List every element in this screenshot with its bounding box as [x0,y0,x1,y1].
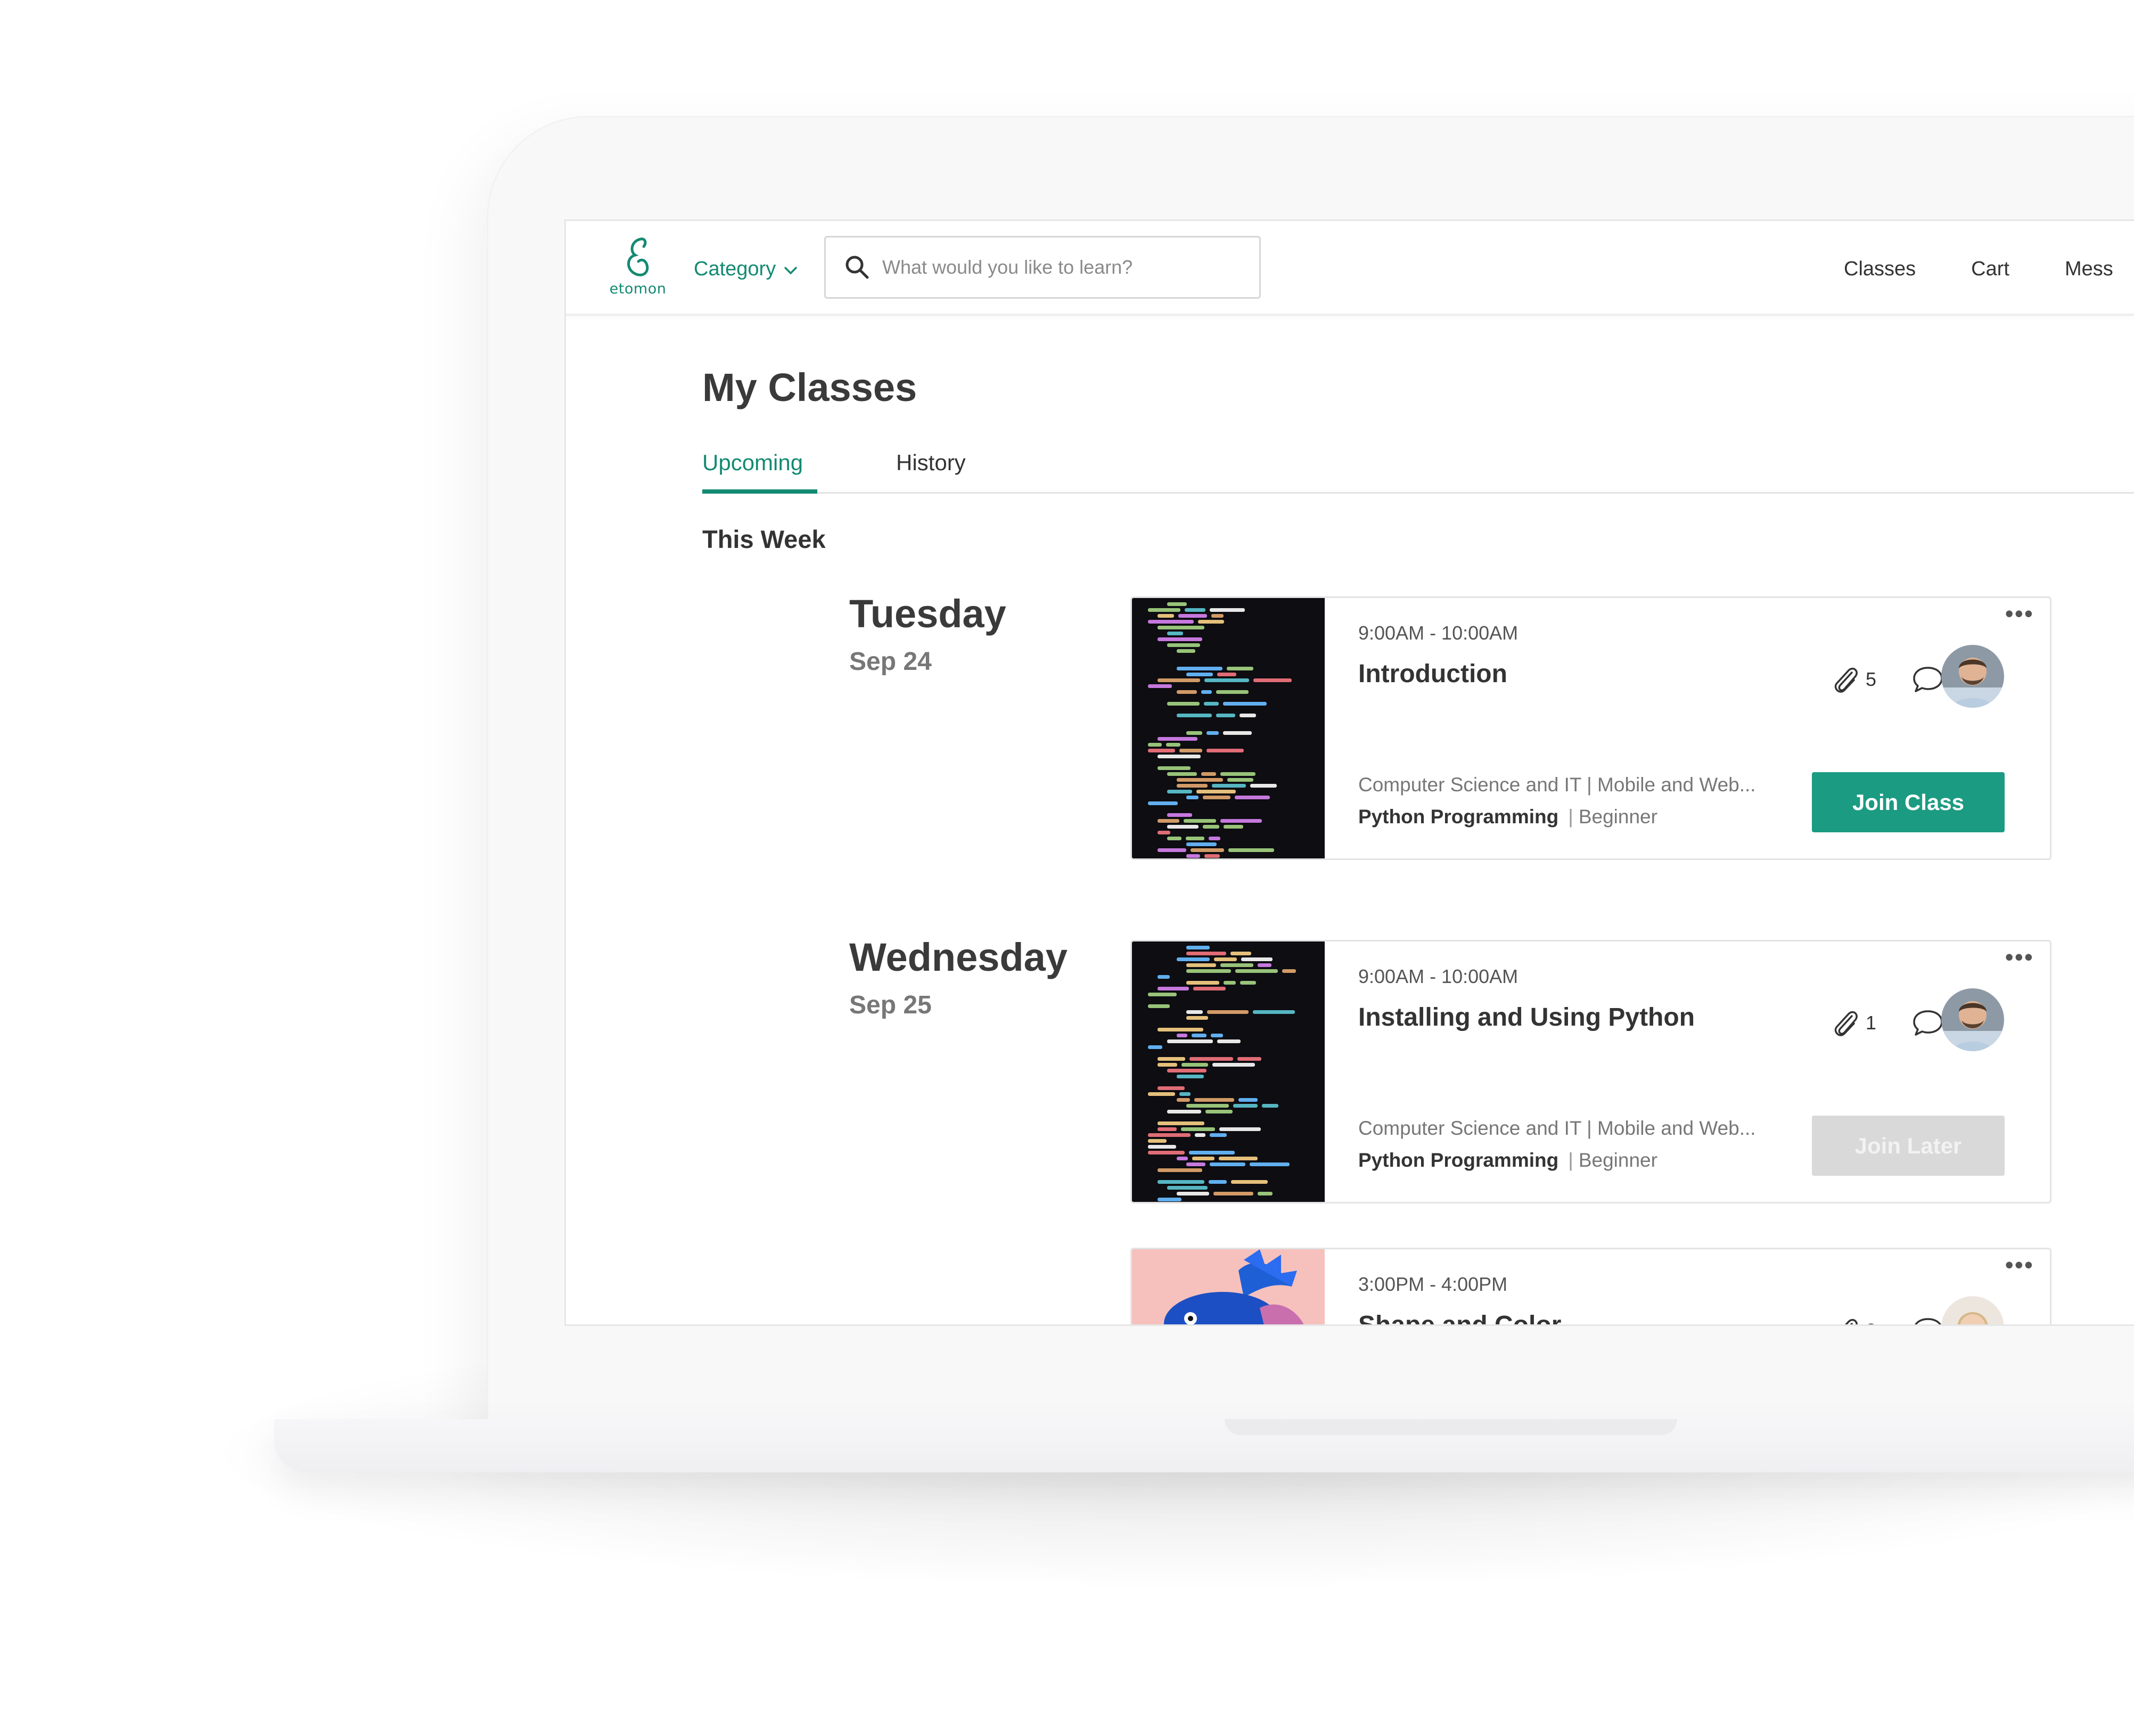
class-title[interactable]: Shape and Color [1358,1311,1561,1324]
class-category: Computer Science and IT | Mobile and Web… [1358,1117,1756,1139]
nav-cart[interactable]: Cart [1971,258,2009,281]
class-time: 3:00PM - 4:00PM [1358,1273,1508,1295]
class-title[interactable]: Installing and Using Python [1358,1003,1695,1032]
page-title: My Classes [702,365,917,410]
class-thumbnail-code [1132,598,1325,858]
laptop-base [274,1419,2134,1472]
tab-history[interactable]: History [896,445,966,494]
chat-icon[interactable] [1911,1316,1944,1326]
class-card[interactable]: 9:00AM - 10:00AM Introduction 5 Computer… [1130,596,2051,860]
more-icon[interactable]: ••• [2005,945,2034,969]
course-level: Beginner [1578,806,1657,828]
class-card[interactable]: 9:00AM - 10:00AM Installing and Using Py… [1130,940,2051,1203]
separator: | [1568,1149,1573,1171]
join-class-button[interactable]: Join Class [1812,772,2005,832]
join-later-button[interactable]: Join Later [1812,1116,2005,1176]
chat-icon[interactable] [1911,1008,1944,1038]
nav-messages[interactable]: Mess [2065,258,2113,281]
paperclip-icon [1834,667,1858,693]
class-course-info: Python Programming | Beginner [1358,806,1657,828]
section-this-week: This Week [702,525,826,553]
class-title[interactable]: Introduction [1358,659,1507,689]
day-date: Sep 25 [849,991,932,1019]
day-name: Tuesday [849,592,1006,636]
paperclip-icon [1845,1319,1858,1324]
class-course-info: Python Programming | Beginner [1358,1149,1657,1172]
class-time: 9:00AM - 10:00AM [1358,622,1519,644]
chevron-down-icon [784,266,798,275]
attachment-count: 1 [1866,1012,1877,1034]
chat-icon[interactable] [1911,665,1944,694]
top-navbar: etomon Category Classes Cart Mess [566,221,2134,316]
app-screen: etomon Category Classes Cart Mess My Cla… [564,219,2134,1326]
more-icon[interactable]: ••• [2005,1252,2034,1277]
nav-classes[interactable]: Classes [1844,258,1916,281]
course-level: Beginner [1578,1149,1657,1171]
avatar[interactable] [1941,1296,2004,1324]
attachment-count: 5 [1866,668,1877,690]
class-time: 9:00AM - 10:00AM [1358,965,1519,987]
logo-text: etomon [609,281,667,297]
class-thumbnail-code [1132,941,1325,1202]
nav-links: Classes Cart Mess [1844,253,2134,285]
search-box[interactable] [824,236,1261,299]
tab-bar: Upcoming History [702,445,2134,494]
attachment-count: 2 [1866,1320,1876,1324]
class-category: Computer Science and IT | Mobile and Web… [1358,774,1756,796]
category-label: Category [694,257,776,280]
course-name[interactable]: Python Programming [1358,806,1558,828]
avatar[interactable] [1941,988,2004,1051]
attachments[interactable]: 5 [1831,662,1876,697]
attachments[interactable]: 2 [1831,1313,1876,1324]
category-dropdown[interactable]: Category [694,253,798,285]
class-thumbnail-fish [1132,1249,1325,1324]
class-card[interactable]: 3:00PM - 4:00PM Shape and Color 2 ••• [1130,1248,2051,1326]
search-icon [846,256,869,279]
attachments[interactable]: 1 [1831,1005,1876,1041]
paperclip-icon [1834,1011,1858,1036]
more-icon[interactable]: ••• [2005,601,2034,626]
avatar[interactable] [1941,645,2004,708]
day-date: Sep 24 [849,648,932,676]
separator: | [1568,806,1573,828]
day-name: Wednesday [849,935,1068,979]
course-name[interactable]: Python Programming [1358,1149,1558,1171]
laptop-notch [1225,1419,1677,1435]
search-input[interactable] [882,256,1223,279]
logo[interactable]: etomon [609,236,667,305]
tab-upcoming[interactable]: Upcoming [702,445,817,494]
logo-icon [627,238,649,276]
